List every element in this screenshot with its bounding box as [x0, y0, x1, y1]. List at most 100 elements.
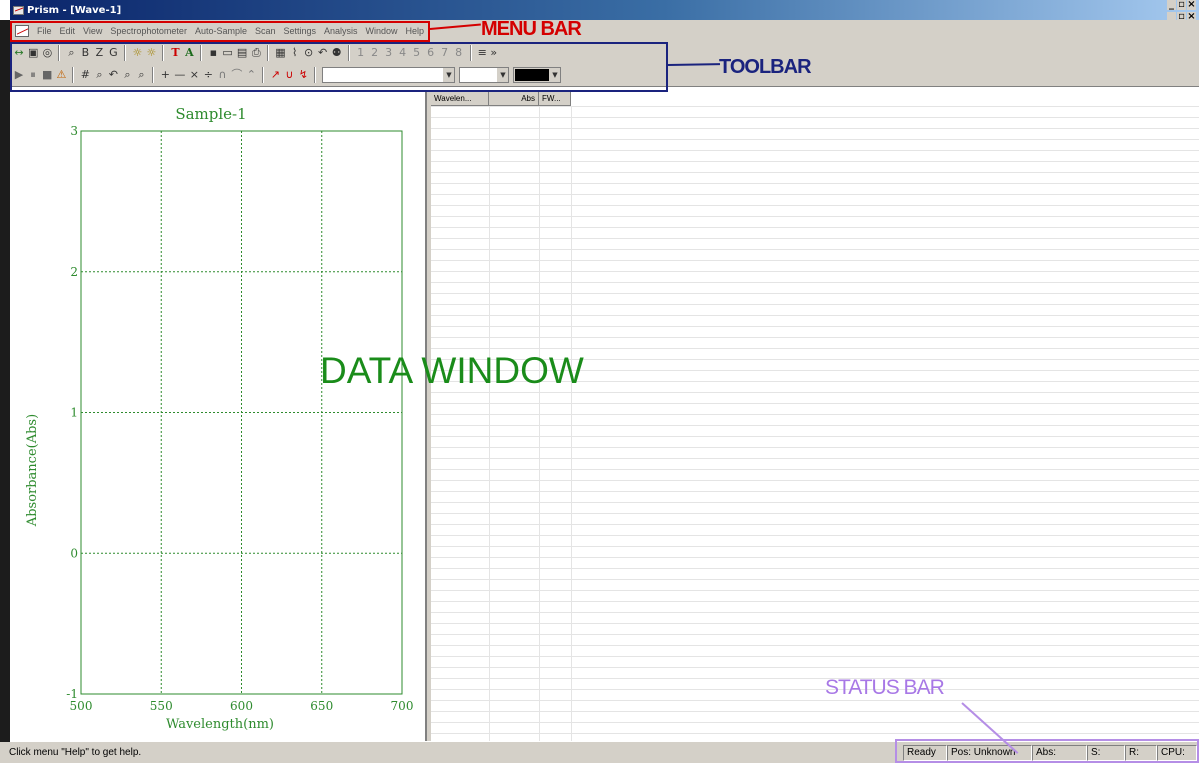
zoom-icon[interactable]: ⌕ [66, 46, 76, 60]
restore-icon[interactable]: ▫ [1177, 0, 1186, 10]
toolbar-separator [152, 67, 155, 83]
peak-pick-icon[interactable]: ↗ [270, 68, 280, 82]
toolbar-separator [58, 44, 61, 61]
menu-bar: File Edit View Spectrophotometer Auto-Sa… [10, 20, 1199, 41]
data-window-annotation: DATA WINDOW [320, 350, 584, 391]
channel-1-button[interactable]: 1 [356, 46, 366, 60]
close-icon[interactable]: × [1187, 0, 1196, 10]
menu-window[interactable]: Window [366, 26, 398, 36]
add-icon[interactable]: + [160, 68, 170, 82]
chevron-down-icon[interactable]: ▼ [549, 68, 560, 82]
channel-3-button[interactable]: 3 [384, 46, 394, 60]
undo-icon[interactable]: ↶ [318, 46, 328, 60]
more-tools-button[interactable]: ≡ » [478, 46, 497, 60]
x-tick-label: 650 [310, 699, 333, 713]
channel-8-button[interactable]: 8 [454, 46, 464, 60]
data-grid[interactable]: Wavelen... Abs FW... [431, 92, 1199, 741]
chevron-down-icon[interactable]: ▼ [497, 68, 509, 82]
baseline-icon[interactable]: B [80, 46, 90, 60]
annotate-icon[interactable]: A [184, 46, 194, 60]
channel-6-button[interactable]: 6 [426, 46, 436, 60]
gain-icon[interactable]: G [108, 46, 118, 60]
subtract-icon[interactable]: — [174, 68, 185, 82]
minimize-icon[interactable]: _ [1167, 0, 1176, 10]
status-position: Pos: Unknown [947, 745, 1032, 761]
toolbar-separator [469, 44, 472, 61]
text-icon[interactable]: T [170, 46, 180, 60]
save-icon[interactable]: ▪ [208, 46, 218, 60]
menu-edit[interactable]: Edit [60, 26, 76, 36]
grid-icon[interactable]: # [80, 68, 90, 82]
menu-help[interactable]: Help [406, 26, 425, 36]
connect-icon[interactable]: ↔ [14, 46, 24, 60]
color-swatch [515, 69, 550, 81]
toolbar-separator [200, 44, 203, 61]
toolbar-separator [347, 44, 350, 61]
channel-2-button[interactable]: 2 [370, 46, 380, 60]
y-tick-label: -1 [66, 687, 78, 701]
toolbar-separator [72, 67, 75, 83]
y-tick-label: 3 [70, 124, 78, 138]
divide-icon[interactable]: ÷ [203, 68, 213, 82]
channel-5-button[interactable]: 5 [412, 46, 422, 60]
chevron-down-icon[interactable]: ▼ [443, 68, 455, 82]
app-icon[interactable] [13, 5, 24, 15]
zero-icon[interactable]: Z [94, 46, 104, 60]
status-bar-annotation: STATUS BAR [825, 676, 945, 699]
x-tick-label: 700 [391, 699, 414, 713]
export-icon[interactable]: ▤ [237, 46, 247, 60]
chart-pane[interactable]: 500 550 600 650 700 -1 0 1 2 3 Sample-1 Wavelengt… [10, 92, 427, 741]
grid-lines [431, 106, 1199, 741]
menu-file[interactable]: File [37, 26, 52, 36]
lamp-icon[interactable]: ◎ [42, 46, 53, 60]
column-header-wavelength[interactable]: Wavelen... [431, 92, 489, 106]
print-icon[interactable]: ⎙ [251, 46, 261, 60]
title-bar[interactable]: Prism - [Wave-1] [10, 0, 1199, 20]
toolbar-separator [262, 67, 265, 83]
smooth-icon[interactable]: ∩ [217, 68, 227, 82]
menu-scan[interactable]: Scan [255, 26, 276, 36]
color-select[interactable]: ▼ [513, 67, 562, 83]
zoom-undo-icon[interactable]: ↶ [108, 68, 118, 82]
column-header-abs[interactable]: Abs [489, 92, 539, 106]
toolbar-separator [124, 44, 127, 61]
channel-4-button[interactable]: 4 [398, 46, 408, 60]
menu-view[interactable]: View [83, 26, 102, 36]
column-header-fwhm[interactable]: FW... [539, 92, 571, 106]
stop-icon[interactable]: ■ [42, 68, 52, 82]
menu-analysis[interactable]: Analysis [324, 26, 358, 36]
document-icon[interactable] [15, 24, 29, 37]
x-tick-label: 550 [150, 699, 173, 713]
absorbance-chart[interactable]: 500 550 600 650 700 -1 0 1 2 3 Sample-1 Wavelengt… [10, 92, 427, 741]
line-width-select[interactable]: ▼ [459, 67, 510, 83]
channel-7-button[interactable]: 7 [440, 46, 450, 60]
open-folder-icon[interactable]: ▭ [222, 46, 232, 60]
menu-settings[interactable]: Settings [283, 26, 316, 36]
start-icon[interactable]: ▶ [14, 68, 24, 82]
zoom-out-icon[interactable]: ⌕ [122, 68, 132, 82]
status-help-text: Click menu "Help" to get help. [9, 747, 142, 758]
peak-icon[interactable]: ⌃ [246, 68, 256, 82]
curve-select[interactable]: ▼ [322, 67, 456, 83]
lamp-on-icon[interactable]: ☼ [132, 46, 142, 60]
zoom-fit-icon[interactable]: ⌕ [136, 68, 146, 82]
table-icon[interactable]: ▦ [275, 46, 285, 60]
warning-icon[interactable]: ⚠ [56, 68, 66, 82]
menu-auto-sample[interactable]: Auto-Sample [195, 26, 247, 36]
overlay-icon[interactable]: ⊙ [304, 46, 314, 60]
pause-icon[interactable]: ⏸ [28, 68, 38, 82]
x-tick-label: 600 [230, 699, 253, 713]
chart-title: Sample-1 [175, 105, 246, 123]
toolbar-secondary: ▶ ⏸ ■ ⚠ # ⌕ ↶ ⌕ ⌕ + — × ÷ ∩ ⌒ ⌃ ↗ ∪ ↯ ▼ … [10, 64, 1199, 87]
multiply-icon[interactable]: × [189, 68, 199, 82]
zoom-in-icon[interactable]: ⌕ [94, 68, 104, 82]
y-tick-label: 1 [70, 406, 78, 420]
area-icon[interactable]: ↯ [298, 68, 308, 82]
derivative-icon[interactable]: ⌒ [231, 68, 242, 82]
sample-icon[interactable]: ⚉ [332, 46, 342, 60]
valley-pick-icon[interactable]: ∪ [284, 68, 294, 82]
instrument-icon[interactable]: ▣ [28, 46, 38, 60]
lamp-off-icon[interactable]: ☼ [146, 46, 156, 60]
chart-icon[interactable]: ⌇ [290, 46, 300, 60]
menu-spectrophotometer[interactable]: Spectrophotometer [110, 26, 187, 36]
